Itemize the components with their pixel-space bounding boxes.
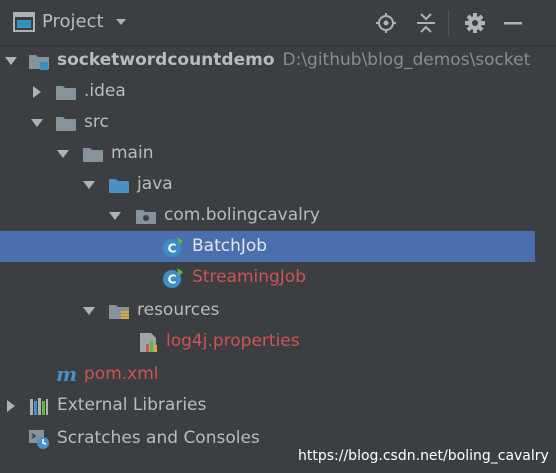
chevron-right-icon[interactable]	[4, 399, 18, 413]
tree-item-label: StreamingJob	[192, 267, 307, 287]
chevron-down-icon[interactable]	[4, 54, 18, 68]
tree-item-package[interactable]: com.bolingcavalry	[0, 200, 556, 231]
watermark-url: https://blog.csdn.net/boling_cavalry	[290, 444, 556, 468]
svg-text:C: C	[168, 273, 177, 287]
chevron-down-icon[interactable]	[56, 147, 70, 161]
tree-item-label: log4j.properties	[166, 331, 300, 351]
tree-item-root-module[interactable]: socketwordcountdemo D:\github\blog_demos\…	[0, 45, 556, 76]
properties-file-icon	[140, 333, 157, 352]
tree-item-label: socketwordcountdemo D:\github\blog_demos\…	[57, 45, 530, 76]
tree-item-pom-xml[interactable]: m pom.xml	[0, 359, 556, 390]
hide-icon[interactable]	[502, 12, 524, 34]
module-path: D:\github\blog_demos\socket	[282, 50, 531, 70]
toolbar-separator	[448, 10, 449, 36]
package-icon	[136, 210, 156, 224]
chevron-down-icon[interactable]	[30, 116, 44, 130]
folder-icon	[83, 148, 103, 162]
tree-item-external-libraries[interactable]: External Libraries	[0, 390, 556, 421]
folder-icon	[56, 117, 76, 131]
chevron-down-icon[interactable]	[108, 209, 122, 223]
tree-item-label: main	[111, 143, 154, 163]
source-folder-icon	[109, 179, 129, 193]
gear-icon[interactable]	[464, 12, 486, 34]
locate-icon[interactable]	[375, 12, 397, 34]
module-folder-icon	[29, 55, 49, 70]
tree-item-label: pom.xml	[84, 364, 159, 384]
tree-item-label: java	[137, 174, 173, 194]
tree-item-label: com.bolingcavalry	[164, 205, 320, 225]
folder-icon	[56, 86, 76, 100]
java-class-icon: C	[163, 237, 183, 257]
chevron-down-icon[interactable]	[82, 304, 96, 318]
scratches-icon	[29, 430, 49, 449]
tree-item-label: .idea	[84, 81, 126, 101]
tree-item-label: External Libraries	[57, 395, 207, 415]
libraries-icon	[30, 398, 48, 415]
tree-item-resources[interactable]: resources	[0, 295, 556, 326]
maven-icon: m	[56, 362, 78, 386]
project-view-title[interactable]: Project	[42, 11, 104, 32]
tree-item-log4j-properties[interactable]: log4j.properties	[0, 326, 556, 357]
module-name: socketwordcountdemo	[57, 50, 275, 70]
tree-item-idea[interactable]: .idea	[0, 76, 556, 107]
tree-item-label: Scratches and Consoles	[57, 428, 260, 448]
chevron-right-icon[interactable]	[30, 85, 44, 99]
tree-item-label: resources	[137, 300, 220, 320]
tree-item-label: src	[84, 112, 109, 132]
project-toolbar: Project	[0, 0, 556, 46]
project-window-icon	[13, 12, 35, 32]
tree-item-main[interactable]: main	[0, 138, 556, 169]
tree-item-src[interactable]: src	[0, 107, 556, 138]
tree-item-label: BatchJob	[192, 236, 268, 256]
tree-item-streamingjob[interactable]: C StreamingJob	[0, 262, 556, 293]
tree-item-java[interactable]: java	[0, 169, 556, 200]
resources-folder-icon	[109, 305, 129, 319]
tree-item-batchjob[interactable]: C BatchJob	[0, 231, 535, 262]
chevron-down-icon[interactable]	[114, 15, 128, 29]
collapse-all-icon[interactable]	[415, 12, 437, 34]
java-class-icon: C	[163, 268, 183, 288]
chevron-down-icon[interactable]	[82, 178, 96, 192]
svg-text:C: C	[168, 242, 177, 256]
